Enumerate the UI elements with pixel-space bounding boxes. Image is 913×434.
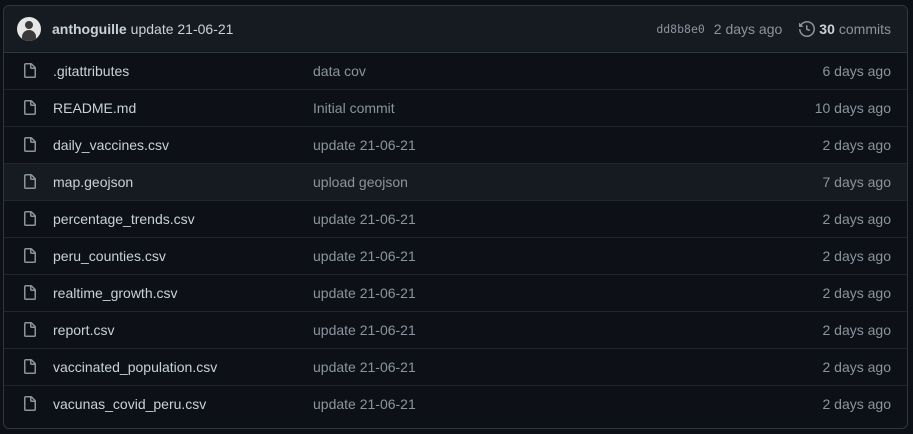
file-name-link[interactable]: report.csv xyxy=(53,322,313,338)
file-row[interactable]: peru_counties.csv update 21-06-21 2 days… xyxy=(4,237,907,274)
file-name-link[interactable]: peru_counties.csv xyxy=(53,248,313,264)
file-commit-message-link[interactable]: update 21-06-21 xyxy=(313,248,713,264)
commit-author-link[interactable]: anthoguille xyxy=(52,21,127,37)
file-icon xyxy=(24,137,36,152)
file-name-link[interactable]: README.md xyxy=(53,100,313,116)
commit-message-link[interactable]: update 21-06-21 xyxy=(131,21,234,37)
file-name-link[interactable]: .gitattributes xyxy=(53,63,313,79)
file-row[interactable]: realtime_growth.csv update 21-06-21 2 da… xyxy=(4,274,907,311)
file-row[interactable]: vacunas_covid_peru.csv update 21-06-21 2… xyxy=(4,385,907,422)
file-icon xyxy=(24,174,36,189)
file-commit-age: 2 days ago xyxy=(822,322,892,338)
file-name-link[interactable]: vaccinated_population.csv xyxy=(53,359,313,375)
file-icon xyxy=(24,285,36,300)
latest-commit-bar: anthoguille update 21-06-21 dd8b8e0 2 da… xyxy=(4,6,907,53)
file-icon xyxy=(24,396,36,411)
file-commit-age: 2 days ago xyxy=(822,285,892,301)
file-icon xyxy=(24,248,36,263)
file-row[interactable]: daily_vaccines.csv update 21-06-21 2 day… xyxy=(4,126,907,163)
file-name-link[interactable]: map.geojson xyxy=(53,174,313,190)
file-commit-message-link[interactable]: upload geojson xyxy=(313,174,713,190)
file-name-link[interactable]: percentage_trends.csv xyxy=(53,211,313,227)
file-commit-message-link[interactable]: data cov xyxy=(313,63,713,79)
file-icon xyxy=(24,63,36,78)
file-list: .gitattributes data cov 6 days ago READM… xyxy=(4,53,907,422)
file-icon xyxy=(24,322,36,337)
repo-file-browser: anthoguille update 21-06-21 dd8b8e0 2 da… xyxy=(3,5,908,429)
author-avatar[interactable] xyxy=(17,17,41,41)
file-icon xyxy=(24,100,36,115)
file-commit-message-link[interactable]: update 21-06-21 xyxy=(313,322,713,338)
file-commit-age: 2 days ago xyxy=(822,137,892,153)
file-row[interactable]: README.md Initial commit 10 days ago xyxy=(4,89,907,126)
file-commit-message-link[interactable]: update 21-06-21 xyxy=(313,211,713,227)
file-commit-age: 7 days ago xyxy=(822,174,892,190)
file-commit-age: 2 days ago xyxy=(822,359,892,375)
commits-history-link[interactable]: 30 commits xyxy=(799,21,891,37)
file-commit-age: 6 days ago xyxy=(822,63,892,79)
file-commit-message-link[interactable]: update 21-06-21 xyxy=(313,359,713,375)
file-commit-age: 2 days ago xyxy=(822,396,892,412)
file-commit-message-link[interactable]: update 21-06-21 xyxy=(313,137,713,153)
history-icon xyxy=(799,21,816,37)
file-row[interactable]: vaccinated_population.csv update 21-06-2… xyxy=(4,348,907,385)
commit-sha-link[interactable]: dd8b8e0 xyxy=(656,22,704,36)
file-name-link[interactable]: realtime_growth.csv xyxy=(53,285,313,301)
file-commit-message-link[interactable]: update 21-06-21 xyxy=(313,396,713,412)
file-icon xyxy=(24,359,36,374)
file-commit-age: 10 days ago xyxy=(814,100,891,116)
commit-age: 2 days ago xyxy=(713,21,783,37)
file-row[interactable]: percentage_trends.csv update 21-06-21 2 … xyxy=(4,200,907,237)
file-row[interactable]: .gitattributes data cov 6 days ago xyxy=(4,53,907,89)
file-commit-age: 2 days ago xyxy=(822,211,892,227)
file-commit-message-link[interactable]: update 21-06-21 xyxy=(313,285,713,301)
commits-label: commits xyxy=(838,21,891,37)
file-name-link[interactable]: vacunas_covid_peru.csv xyxy=(53,396,313,412)
file-commit-message-link[interactable]: Initial commit xyxy=(313,100,713,116)
file-commit-age: 2 days ago xyxy=(822,248,892,264)
file-row[interactable]: report.csv update 21-06-21 2 days ago xyxy=(4,311,907,348)
file-icon xyxy=(24,211,36,226)
commits-count: 30 xyxy=(819,21,835,37)
file-name-link[interactable]: daily_vaccines.csv xyxy=(53,137,313,153)
file-row[interactable]: map.geojson upload geojson 7 days ago xyxy=(4,163,907,200)
